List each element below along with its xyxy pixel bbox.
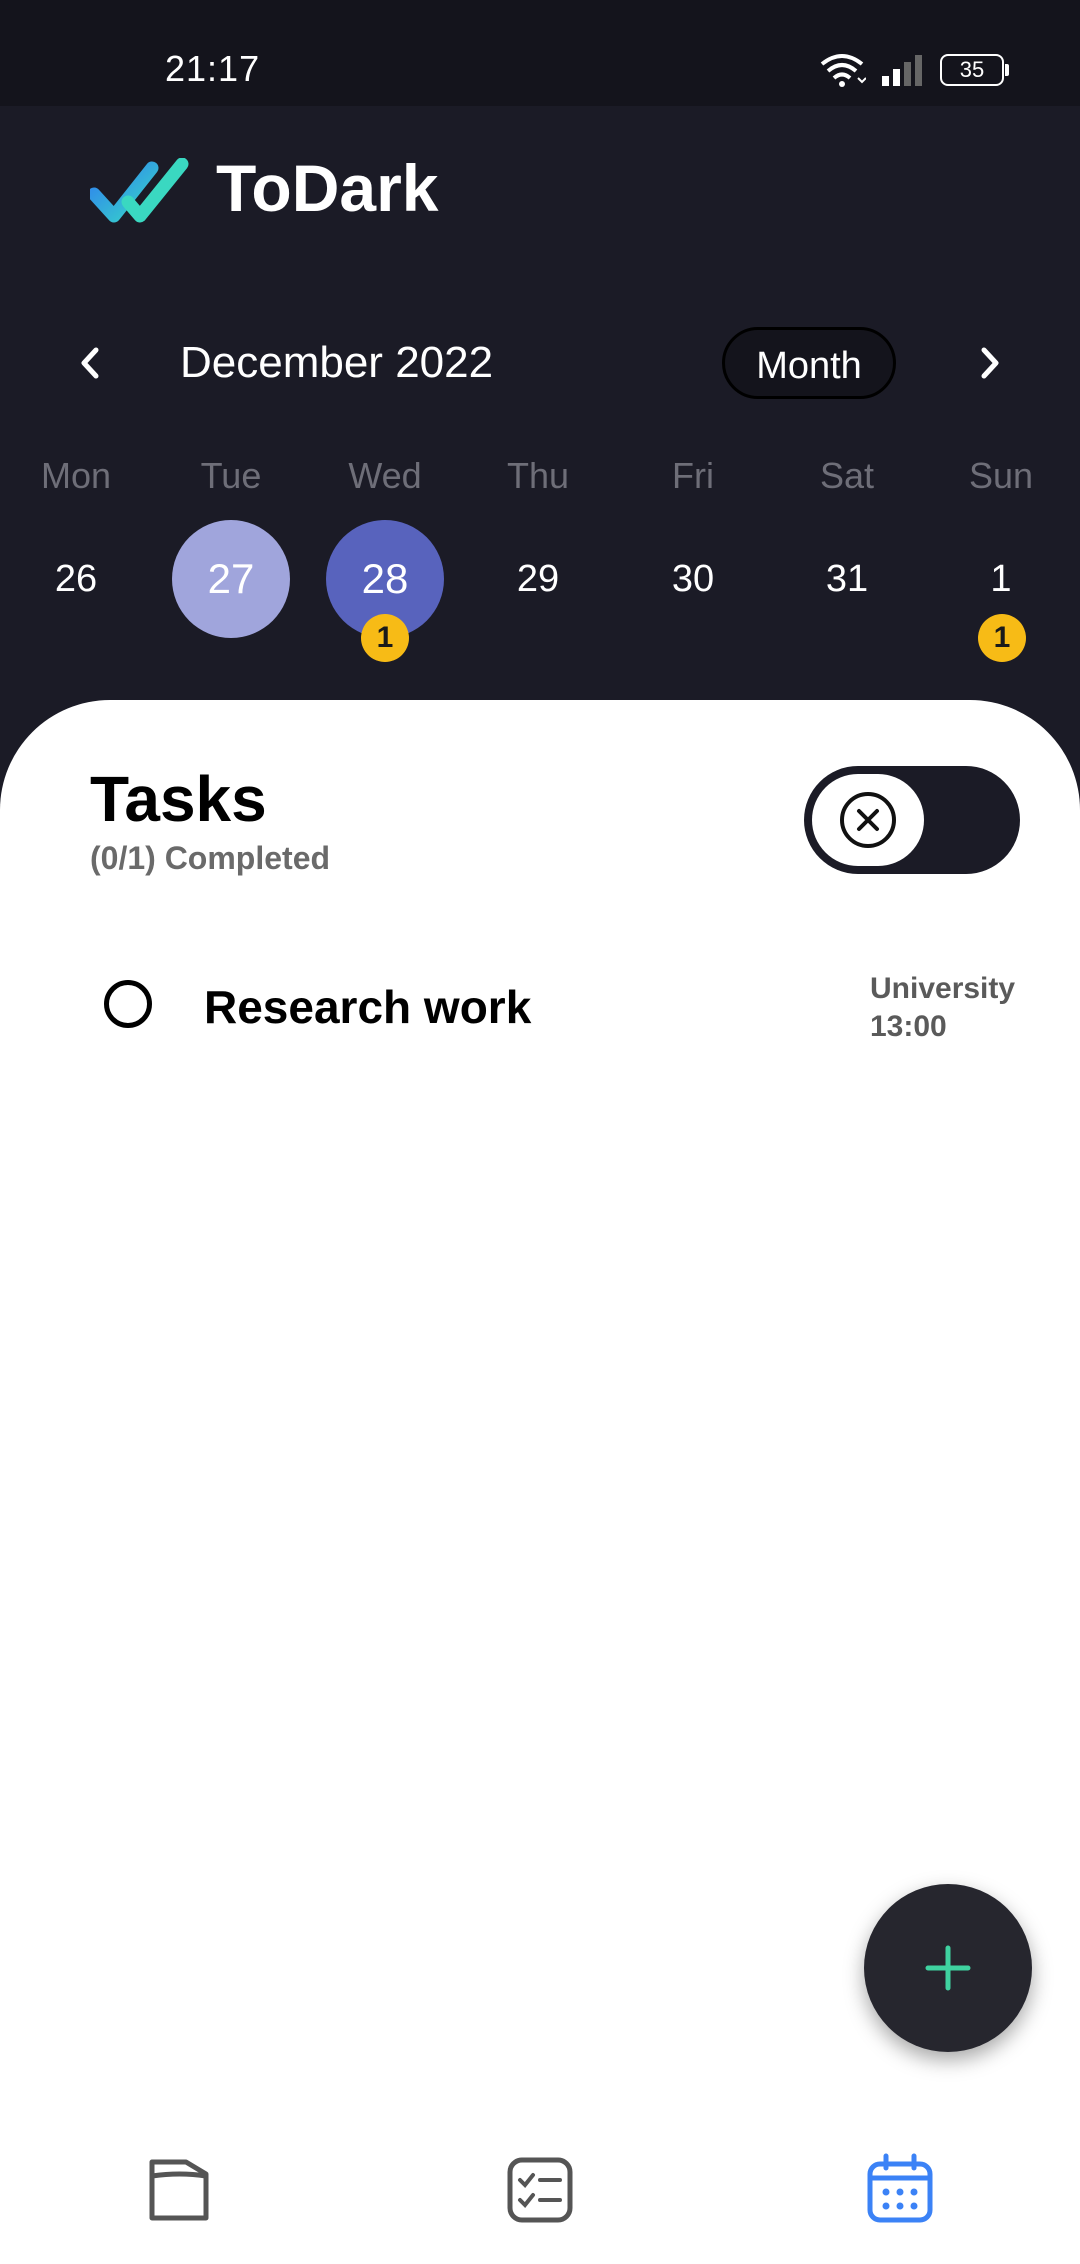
task-item[interactable]: Research work University 13:00 bbox=[0, 950, 1080, 1060]
days-row: 26 27 28 1 29 30 31 1 1 bbox=[0, 520, 1080, 662]
weekday-label: Sun bbox=[968, 455, 1034, 496]
task-time: 13:00 bbox=[870, 1010, 947, 1043]
double-check-logo bbox=[90, 158, 189, 223]
task-title: Research work bbox=[204, 981, 532, 1033]
show-completed-toggle[interactable] bbox=[804, 766, 1020, 874]
calendar-icon[interactable] bbox=[860, 2150, 940, 2230]
weekday-label: Mon bbox=[40, 455, 112, 496]
status-time: 21:17 bbox=[165, 48, 261, 89]
app-title: ToDark bbox=[216, 151, 439, 225]
task-count-badge: 1 bbox=[361, 614, 409, 662]
battery-icon: 35 bbox=[940, 54, 1009, 86]
signal-icon bbox=[882, 55, 922, 86]
day-cell-selected[interactable]: 27 bbox=[172, 520, 290, 638]
status-bar: 21:17 35 bbox=[0, 0, 1080, 106]
task-count-badge: 1 bbox=[978, 614, 1026, 662]
toggle-knob bbox=[812, 774, 924, 866]
task-category: University bbox=[870, 972, 1016, 1005]
weekday-label: Thu bbox=[506, 455, 570, 496]
add-task-button[interactable] bbox=[864, 1884, 1032, 2052]
calendar-nav: December 2022 Month bbox=[0, 320, 1080, 410]
weekday-label: Sat bbox=[819, 455, 875, 496]
view-toggle-button[interactable]: Month bbox=[722, 327, 896, 399]
checklist-icon[interactable] bbox=[500, 2150, 580, 2230]
weekday-header: Mon Tue Wed Thu Fri Sat Sun bbox=[0, 455, 1080, 505]
day-cell[interactable]: 26 bbox=[17, 520, 135, 638]
weekday-label: Tue bbox=[200, 455, 262, 496]
tasks-completed-count: (0/1) Completed bbox=[90, 840, 331, 876]
folder-icon[interactable] bbox=[140, 2150, 220, 2230]
task-checkbox[interactable] bbox=[104, 980, 152, 1028]
task-meta: University 13:00 bbox=[870, 970, 1015, 1046]
app-header: ToDark December 2022 Month Mon Tue Wed T… bbox=[0, 106, 1080, 706]
chevron-right-icon[interactable] bbox=[964, 338, 1014, 388]
status-icons: 35 bbox=[818, 50, 1009, 90]
weekday-label: Wed bbox=[348, 455, 422, 496]
wifi-icon bbox=[820, 54, 866, 87]
day-cell[interactable]: 29 bbox=[479, 520, 597, 638]
month-label: December 2022 bbox=[180, 338, 494, 387]
chevron-left-icon[interactable] bbox=[66, 338, 116, 388]
bottom-nav bbox=[0, 2130, 1080, 2264]
weekday-label: Fri bbox=[672, 455, 714, 496]
close-circle-icon bbox=[840, 792, 896, 848]
day-cell[interactable]: 30 bbox=[634, 520, 752, 638]
tasks-title: Tasks bbox=[90, 763, 267, 835]
day-cell[interactable]: 31 bbox=[788, 520, 906, 638]
battery-level: 35 bbox=[959, 57, 985, 82]
plus-icon bbox=[925, 1945, 971, 1991]
